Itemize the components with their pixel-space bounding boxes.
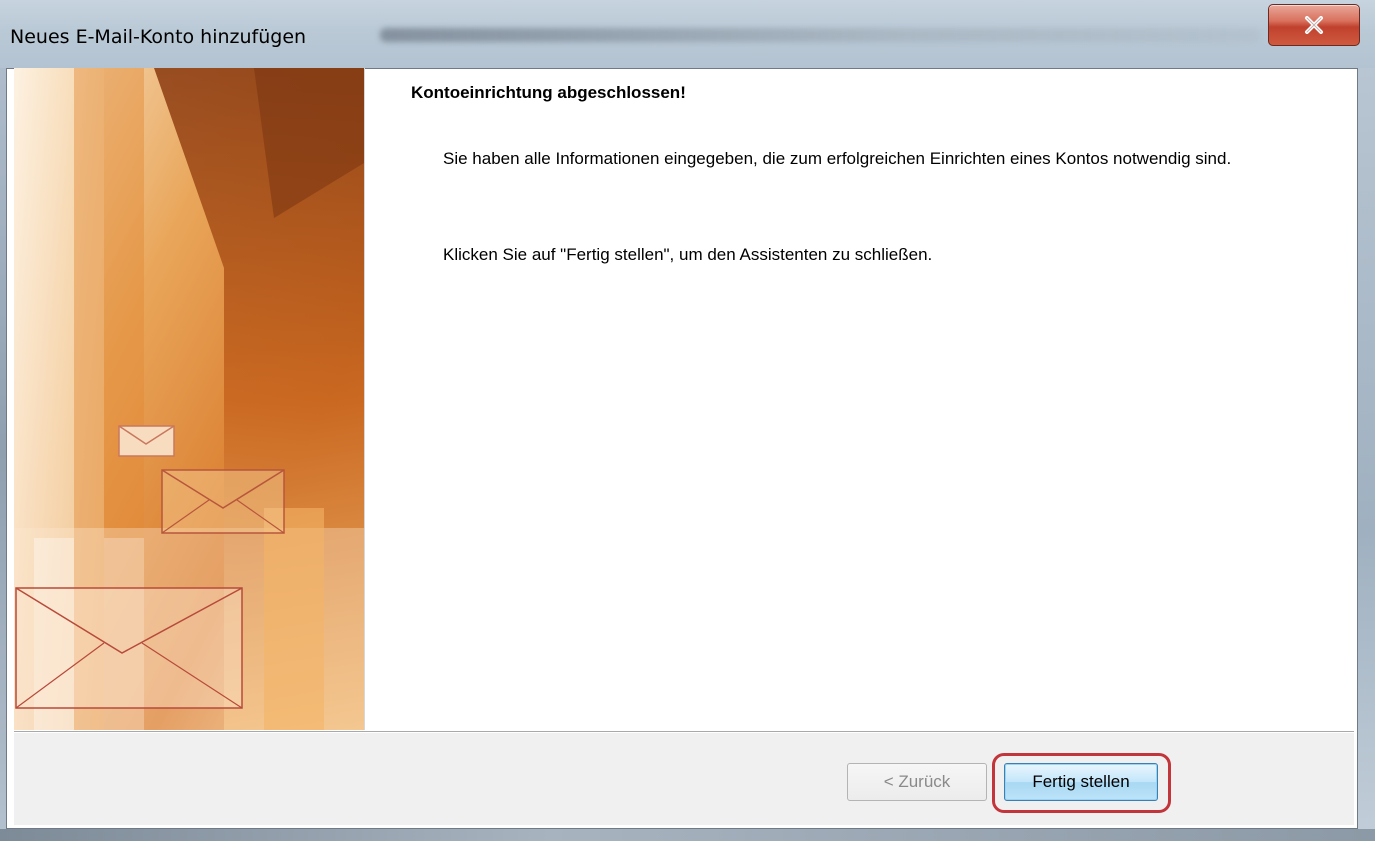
close-button[interactable] [1268,4,1360,46]
window-frame-bottom [0,829,1375,841]
info-text: Sie haben alle Informationen eingegeben,… [443,149,1232,168]
finish-button[interactable]: Fertig stellen [1004,763,1158,801]
close-icon [1305,16,1323,34]
window-frame-right [1358,68,1375,841]
background-window-blur [380,28,1260,42]
page-title: Kontoeinrichtung abgeschlossen! [411,83,686,102]
envelope-icon [15,587,243,709]
back-button[interactable]: < Zurück [847,763,987,801]
envelope-icon [118,425,175,457]
window-title: Neues E-Mail-Konto hinzufügen [10,26,307,48]
wizard-content: Kontoeinrichtung abgeschlossen! Sie habe… [411,83,1311,264]
envelope-icon [161,469,285,534]
wizard-banner-image [14,68,365,730]
instruction-text: Klicken Sie auf "Fertig stellen", um den… [443,245,933,264]
banner-artwork [14,68,364,730]
